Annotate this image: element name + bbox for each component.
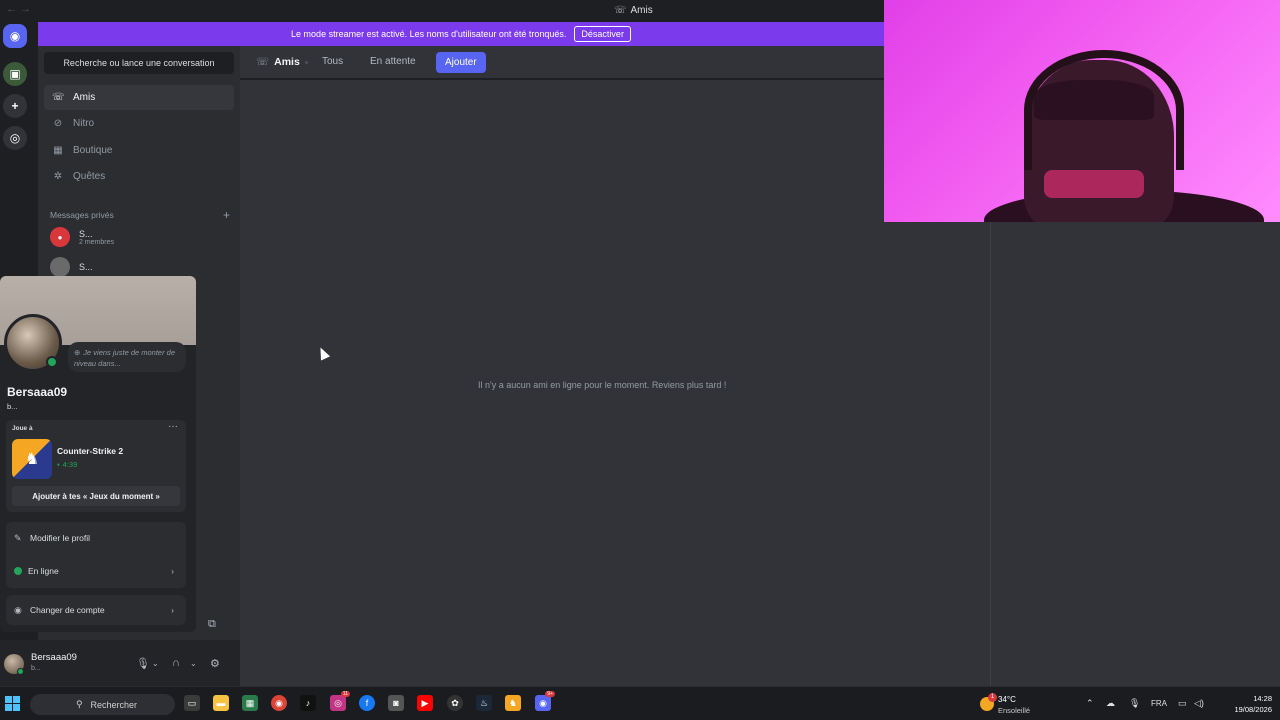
account-menu: ◉ Changer de compte › (6, 595, 186, 625)
headphones-icon[interactable]: ∩ (172, 657, 180, 669)
online-status-dot (14, 567, 22, 575)
instagram-icon[interactable]: ◎ 11 (330, 691, 350, 711)
webcam-person (1044, 170, 1144, 198)
server-icon[interactable]: ▣ (3, 62, 27, 86)
search-conversation-button[interactable]: Recherche ou lance une conversation (44, 52, 234, 74)
cloud-icon[interactable]: ☁ (1106, 698, 1115, 709)
friends-icon: ☏ (52, 92, 65, 103)
gamepad-icon: ▪ (57, 460, 60, 469)
empty-state-text: Il n'y a aucun ami en ligne pour le mome… (478, 380, 727, 390)
add-server-button[interactable]: + (3, 94, 27, 118)
custom-status-bubble[interactable]: ⊕ Je viens juste de monter de niveau dans… (68, 342, 186, 372)
chevron-up-icon[interactable]: ⌃ (1086, 698, 1094, 709)
chevron-down-icon[interactable]: ⌄ (190, 659, 197, 668)
add-friend-button[interactable]: Ajouter (436, 52, 486, 73)
pencil-icon: ✎ (14, 532, 22, 543)
steam-icon[interactable]: ♨ (476, 695, 492, 711)
chevron-right-icon: › (171, 605, 174, 615)
taskbar: ⚲ Rechercher ▭ ▬ ▦ ◉ ♪ ◎ 11 f ◙ ▶ ✿ ♨ ♞ ◉ 9… (0, 686, 1280, 720)
chrome-icon[interactable]: ◉ (271, 695, 287, 711)
shop-icon: ▦ (53, 145, 63, 156)
sidebar-item-quests[interactable]: ✲ Quêtes (44, 164, 234, 189)
window-title: ☏ Amis (614, 5, 653, 16)
edit-profile-item[interactable]: ✎ Modifier le profil (14, 526, 178, 550)
profile-name: Bersaaa09 (7, 385, 68, 399)
account-icon: ◉ (14, 604, 22, 615)
network-icon[interactable]: ▭ (1178, 698, 1187, 709)
youtube-icon[interactable]: ▶ (417, 695, 433, 711)
status-item[interactable]: En ligne › (14, 559, 178, 583)
dm-header: Messages privés + (50, 208, 230, 222)
headset-icon (1024, 50, 1184, 170)
activity-card: Joue à ··· ♞ Counter-Strike 2 ▪ 4:39 Ajou… (6, 420, 186, 512)
user-panel: Bersaaa09 b... 🎙 ⌄ ∩ ⌄ ⚙ (0, 640, 240, 686)
sidebar-item-friends[interactable]: ☏ Amis (44, 85, 234, 110)
chevron-right-icon: › (171, 566, 174, 576)
sidebar-item-nitro[interactable]: ⊘ Nitro (44, 111, 234, 136)
game-icon: ♞ (12, 439, 52, 479)
weather-condition: Ensoleillé (998, 706, 1031, 715)
play-time: ▪ 4:39 (57, 460, 78, 469)
tab-pending[interactable]: En attente (370, 56, 416, 67)
webcam-overlay (884, 0, 1280, 222)
add-status-icon: ⊕ (74, 348, 81, 357)
friends-icon: ☏ (256, 56, 270, 68)
facebook-icon[interactable]: f (359, 695, 375, 711)
store-icon[interactable]: ▦ (242, 695, 258, 711)
more-options-icon[interactable]: ··· (168, 421, 178, 432)
explore-icon[interactable]: ◎ (3, 126, 27, 150)
clock[interactable]: 14:28 19/08/2026 (1212, 693, 1272, 715)
streamer-mode-banner: Le mode streamer est activé. Les noms d'… (38, 22, 884, 46)
counter-strike-icon[interactable]: ♞ (505, 695, 521, 711)
new-dm-plus-icon[interactable]: + (223, 208, 230, 222)
page-title: ☏ Amis (256, 56, 300, 68)
friends-icon: ☏ (614, 5, 627, 16)
profile-menu: ✎ Modifier le profil En ligne › (6, 522, 186, 588)
screen-share-icon[interactable]: ⧉ (208, 618, 216, 631)
camera-icon[interactable]: ◙ (388, 695, 404, 711)
microphone-icon[interactable]: 🎙 (136, 657, 150, 670)
switch-account-item[interactable]: ◉ Changer de compte › (14, 598, 178, 622)
weather-alert-badge: 1 (988, 693, 997, 702)
online-status-dot (46, 356, 58, 368)
add-to-games-button[interactable]: Ajouter à tes « Jeux du moment » (12, 486, 180, 506)
nitro-icon: ⊘ (53, 118, 63, 129)
tab-all[interactable]: Tous (322, 56, 343, 67)
discord-taskbar-icon[interactable]: ◉ 9+ (535, 691, 555, 711)
chevron-down-icon[interactable]: ⌄ (152, 659, 159, 668)
group-dm-icon: ● (50, 227, 70, 247)
windows-start-icon[interactable] (5, 696, 20, 711)
avatar (50, 257, 70, 277)
gear-icon[interactable]: ⚙ (210, 657, 220, 670)
profile-handle: b... (7, 402, 18, 411)
quests-icon: ✲ (53, 171, 63, 182)
chatgpt-icon[interactable]: ✿ (447, 695, 463, 711)
user-name: Bersaaa09 (31, 652, 77, 663)
task-view-icon[interactable]: ▭ (184, 695, 200, 711)
search-icon: ⚲ (75, 699, 83, 709)
tiktok-icon[interactable]: ♪ (300, 695, 316, 711)
banner-text: Le mode streamer est activé. Les noms d'… (291, 29, 567, 39)
dm-item[interactable]: ● S... 2 membres (50, 223, 230, 251)
nav-arrows[interactable]: ← → (6, 3, 31, 15)
discord-home-button[interactable]: ◉ (3, 24, 27, 48)
divider (305, 61, 308, 64)
activity-label: Joue à (12, 425, 33, 432)
online-status-dot (17, 668, 24, 675)
volume-icon[interactable]: ◁) (1194, 698, 1204, 709)
microphone-icon[interactable]: 🎙 (1129, 698, 1140, 709)
user-status: b... (31, 665, 41, 672)
profile-popout: ⊕ Je viens juste de monter de niveau dans… (0, 276, 196, 632)
taskbar-search[interactable]: ⚲ Rechercher (30, 694, 175, 715)
language-indicator[interactable]: FRA (1151, 699, 1167, 708)
file-explorer-icon[interactable]: ▬ (213, 695, 229, 711)
weather-temp: 34°C (998, 695, 1016, 704)
sidebar-item-shop[interactable]: ▦ Boutique (44, 138, 234, 163)
disable-streamer-button[interactable]: Désactiver (574, 26, 631, 42)
game-name: Counter-Strike 2 (57, 446, 124, 456)
